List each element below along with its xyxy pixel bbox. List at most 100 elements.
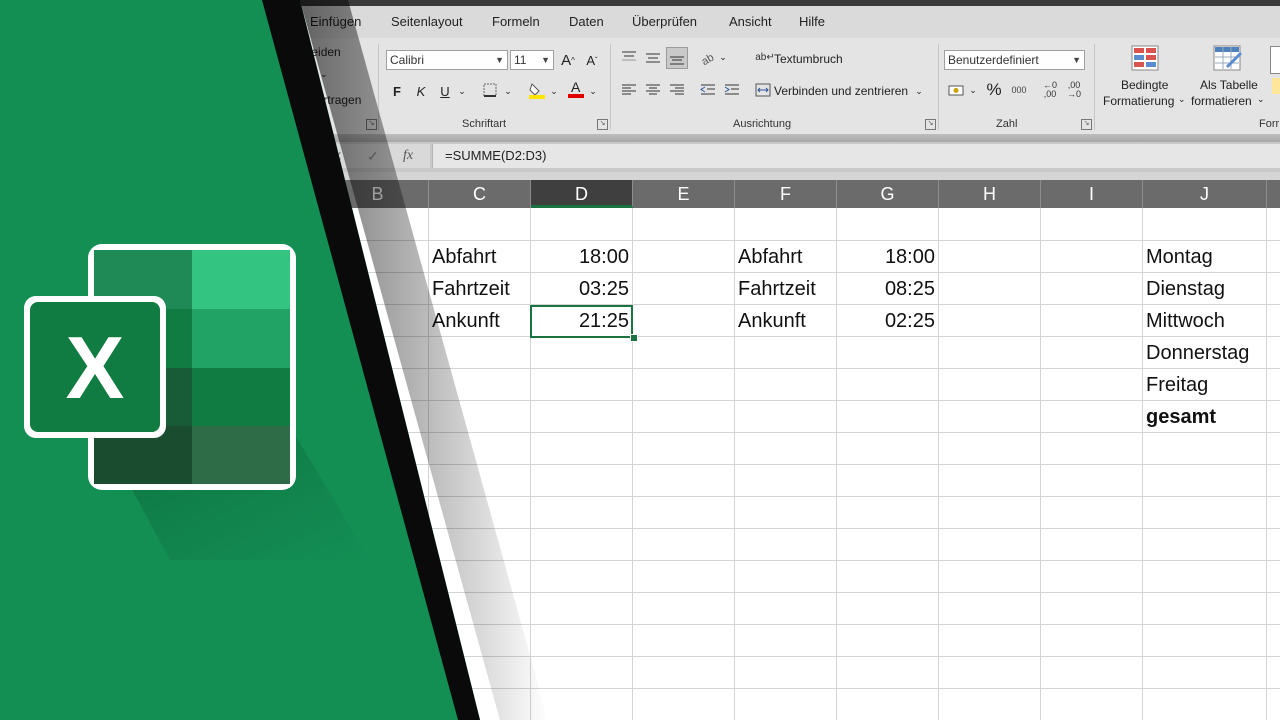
gridline — [0, 496, 1280, 497]
align-middle-icon[interactable] — [644, 48, 662, 66]
tab-seitenlayout[interactable]: Seitenlayout — [391, 14, 463, 29]
shrink-font-icon[interactable]: Aˇ — [582, 50, 602, 70]
increase-indent-icon[interactable] — [723, 82, 741, 98]
cell-j2[interactable]: Montag — [1146, 241, 1266, 273]
chevron-down-icon[interactable]: ⌄ — [548, 81, 560, 101]
fill-color-icon[interactable] — [528, 81, 546, 99]
cell-f4[interactable]: Ankunft — [738, 305, 834, 337]
chevron-down-icon[interactable]: ⌄ — [456, 81, 468, 101]
cell-j3[interactable]: Dienstag — [1146, 273, 1266, 305]
orientation-icon[interactable]: ab — [700, 48, 718, 66]
cell-c2[interactable]: Abfahrt — [432, 241, 528, 273]
chevron-down-icon[interactable]: ⌄ — [914, 82, 924, 100]
align-center-icon[interactable] — [644, 82, 662, 98]
bold-button[interactable]: F — [389, 81, 405, 101]
alignment-dialog-launcher-icon[interactable]: ↘ — [925, 119, 936, 130]
column-header-c[interactable]: C — [429, 180, 531, 208]
format-painter-button[interactable]: at übertragen — [290, 93, 361, 107]
number-format-value: Benutzerdefiniert — [948, 53, 1039, 67]
chevron-down-icon[interactable]: ⌄ — [587, 81, 599, 101]
cell-styles-gallery[interactable] — [1270, 46, 1280, 74]
conditional-formatting-label-1: Bedingte — [1121, 78, 1169, 92]
cut-button[interactable]: sschneiden — [280, 45, 341, 59]
align-left-icon[interactable] — [620, 82, 638, 98]
column-header-d[interactable]: D — [531, 180, 633, 208]
excel-window: art Einfügen Seitenlayout Formeln Daten … — [0, 0, 1280, 720]
cell-g4[interactable]: 02:25 — [837, 305, 935, 337]
cell-c3[interactable]: Fahrtzeit — [432, 273, 528, 305]
thousands-separator-button[interactable]: 000 — [1009, 81, 1029, 99]
formula-input[interactable]: =SUMME(D2:D3) — [432, 144, 1280, 168]
cell-g2[interactable]: 18:00 — [837, 241, 935, 273]
column-header-h[interactable]: H — [939, 180, 1041, 208]
increase-decimal-icon[interactable]: ←0,00 — [1040, 80, 1060, 100]
enter-icon[interactable]: ✓ — [367, 148, 379, 165]
chevron-down-icon: ⌄ — [1178, 94, 1186, 104]
italic-button[interactable]: K — [413, 81, 429, 101]
merge-center-button[interactable]: Verbinden und zentrieren — [774, 84, 908, 98]
number-format-select[interactable]: Benutzerdefiniert ▼ — [944, 50, 1085, 70]
column-header-f[interactable]: F — [735, 180, 837, 208]
tab-ansicht[interactable]: Ansicht — [729, 14, 772, 29]
cancel-icon[interactable]: ✕ — [331, 148, 343, 165]
wrap-text-button[interactable]: Textumbruch — [774, 52, 843, 66]
font-name-select[interactable]: Calibri ▼ — [386, 50, 508, 70]
menu-bar: art Einfügen Seitenlayout Formeln Daten … — [0, 6, 1280, 38]
decrease-decimal-icon[interactable]: ,00 →0 — [1064, 80, 1084, 100]
decrease-indent-icon[interactable] — [699, 82, 717, 98]
gridline — [0, 240, 1280, 241]
cell-j6[interactable]: Freitag — [1146, 369, 1266, 401]
tab-hilfe[interactable]: Hilfe — [799, 14, 825, 29]
column-header-g[interactable]: G — [837, 180, 939, 208]
gridline — [0, 560, 1280, 561]
gridline — [0, 624, 1280, 625]
chevron-down-icon: ▼ — [495, 55, 504, 65]
font-size-select[interactable]: 11 ▼ — [510, 50, 554, 70]
percent-button[interactable]: % — [984, 79, 1004, 101]
tab-daten[interactable]: Daten — [569, 14, 604, 29]
column-header-e[interactable]: E — [633, 180, 735, 208]
chevron-down-icon[interactable]: ⌄ — [718, 48, 728, 66]
cell-j4[interactable]: Mittwoch — [1146, 305, 1266, 337]
insert-function-icon[interactable]: fx — [403, 148, 413, 164]
align-bottom-icon[interactable] — [666, 47, 688, 69]
cell-f2[interactable]: Abfahrt — [738, 241, 834, 273]
tab-formeln[interactable]: Formeln — [492, 14, 540, 29]
cell-d3[interactable]: 03:25 — [531, 273, 629, 305]
clipboard-dialog-launcher-icon[interactable]: ↘ — [366, 119, 377, 130]
align-right-icon[interactable] — [668, 82, 686, 98]
styles-group-label: Forr — [1259, 118, 1280, 130]
chevron-down-icon[interactable]: ⌄ — [968, 81, 978, 99]
cell-f3[interactable]: Fahrtzeit — [738, 273, 834, 305]
underline-button[interactable]: U — [437, 81, 453, 101]
cell-styles-swatch[interactable] — [1272, 78, 1280, 94]
chevron-down-icon[interactable]: ⌄ — [502, 81, 514, 101]
border-icon[interactable] — [482, 82, 498, 98]
currency-icon[interactable] — [947, 82, 967, 100]
gridline — [0, 304, 1280, 305]
cell-g3[interactable]: 08:25 — [837, 273, 935, 305]
number-dialog-launcher-icon[interactable]: ↘ — [1081, 119, 1092, 130]
tab-einfuegen[interactable]: Einfügen — [310, 14, 361, 29]
font-color-icon[interactable]: A — [567, 79, 585, 99]
column-header-i[interactable]: I — [1041, 180, 1143, 208]
font-dialog-launcher-icon[interactable]: ↘ — [597, 119, 608, 130]
conditional-formatting-icon — [1130, 44, 1160, 72]
align-top-icon[interactable] — [620, 48, 638, 66]
cell-j5[interactable]: Donnerstag — [1146, 337, 1266, 369]
grow-font-icon[interactable]: A ^ — [558, 50, 578, 70]
active-cell-selection[interactable] — [530, 305, 633, 338]
cell-j7[interactable]: gesamt — [1146, 401, 1266, 433]
column-header-j[interactable]: J — [1143, 180, 1267, 208]
copy-button[interactable]: eren — [283, 69, 307, 83]
column-header-k[interactable] — [1267, 180, 1280, 208]
fill-handle[interactable] — [630, 334, 638, 342]
tab-start[interactable]: art — [264, 14, 279, 29]
font-size-value: 11 — [514, 53, 527, 67]
gridline — [0, 688, 1280, 689]
column-header-b[interactable]: B — [327, 180, 429, 208]
cell-d2[interactable]: 18:00 — [531, 241, 629, 273]
cell-c4[interactable]: Ankunft — [432, 305, 528, 337]
tab-ueberpruefen[interactable]: Überprüfen — [632, 14, 697, 29]
copy-dropdown-icon[interactable]: ⌄ — [320, 69, 328, 80]
